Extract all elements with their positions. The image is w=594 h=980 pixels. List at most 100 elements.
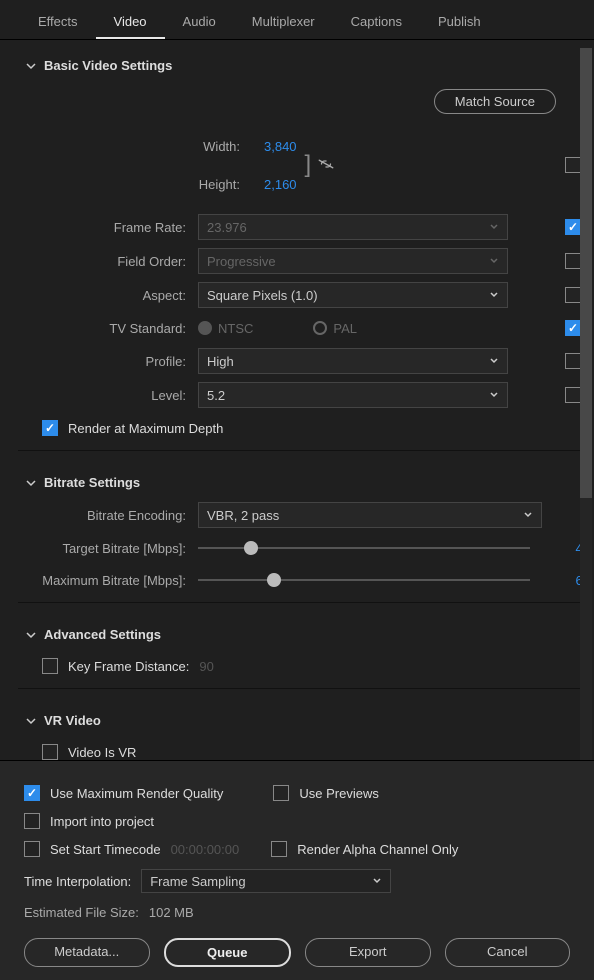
aspect-label: Aspect: <box>18 288 198 303</box>
bitrate-encoding-value: VBR, 2 pass <box>207 508 279 523</box>
radio-icon <box>313 321 327 335</box>
tv-standard-label: TV Standard: <box>18 321 198 336</box>
render-alpha-checkbox[interactable] <box>271 841 287 857</box>
tab-captions[interactable]: Captions <box>333 10 420 39</box>
tab-audio[interactable]: Audio <box>165 10 234 39</box>
bitrate-encoding-select[interactable]: VBR, 2 pass <box>198 502 542 528</box>
profile-select[interactable]: High <box>198 348 508 374</box>
video-is-vr-label: Video Is VR <box>68 745 136 760</box>
tv-standard-match-checkbox[interactable] <box>565 320 581 336</box>
chevron-down-icon <box>26 716 36 726</box>
radio-icon <box>198 321 212 335</box>
profile-value: High <box>207 354 234 369</box>
chevron-down-icon <box>489 222 499 232</box>
profile-match-checkbox[interactable] <box>565 353 581 369</box>
width-height-match-checkbox[interactable] <box>565 157 581 173</box>
render-max-depth-checkbox[interactable] <box>42 420 58 436</box>
chevron-down-icon <box>372 874 382 889</box>
estimated-size-value: 102 MB <box>149 905 194 920</box>
target-bitrate-slider[interactable] <box>198 547 530 549</box>
frame-rate-select[interactable]: 23.976 <box>198 214 508 240</box>
section-bitrate[interactable]: Bitrate Settings <box>18 457 590 498</box>
link-bracket: ] <box>305 141 312 189</box>
chevron-down-icon <box>26 61 36 71</box>
field-order-value: Progressive <box>207 254 276 269</box>
ntsc-radio[interactable]: NTSC <box>198 321 253 336</box>
section-title: Advanced Settings <box>44 627 161 642</box>
field-order-select[interactable]: Progressive <box>198 248 508 274</box>
aspect-value: Square Pixels (1.0) <box>207 288 318 303</box>
chevron-down-icon <box>489 356 499 366</box>
height-value[interactable]: 2,160 <box>264 177 297 192</box>
time-interpolation-value: Frame Sampling <box>150 874 245 889</box>
key-frame-distance-checkbox[interactable] <box>42 658 58 674</box>
height-label: Height: <box>198 177 252 192</box>
level-match-checkbox[interactable] <box>565 387 581 403</box>
maximum-bitrate-label: Maximum Bitrate [Mbps]: <box>18 573 198 588</box>
key-frame-distance-value: 90 <box>199 659 213 674</box>
match-source-button[interactable]: Match Source <box>434 89 556 114</box>
level-select[interactable]: 5.2 <box>198 382 508 408</box>
tab-publish[interactable]: Publish <box>420 10 499 39</box>
frame-rate-label: Frame Rate: <box>18 220 198 235</box>
section-basic-video[interactable]: Basic Video Settings <box>18 40 590 81</box>
cancel-button[interactable]: Cancel <box>445 938 571 967</box>
chevron-down-icon <box>489 256 499 266</box>
chevron-down-icon <box>26 630 36 640</box>
scrollbar[interactable] <box>580 48 592 760</box>
field-order-label: Field Order: <box>18 254 198 269</box>
width-label: Width: <box>198 139 252 154</box>
chevron-down-icon <box>489 290 499 300</box>
field-order-match-checkbox[interactable] <box>565 253 581 269</box>
bitrate-encoding-label: Bitrate Encoding: <box>18 508 198 523</box>
aspect-match-checkbox[interactable] <box>565 287 581 303</box>
link-broken-icon[interactable] <box>317 157 335 174</box>
chevron-down-icon <box>489 390 499 400</box>
metadata-button[interactable]: Metadata... <box>24 938 150 967</box>
profile-label: Profile: <box>18 354 198 369</box>
chevron-down-icon <box>26 478 36 488</box>
section-title: Basic Video Settings <box>44 58 172 73</box>
use-previews-checkbox[interactable] <box>273 785 289 801</box>
maximum-bitrate-slider[interactable] <box>198 579 530 581</box>
slider-thumb[interactable] <box>244 541 258 555</box>
frame-rate-match-checkbox[interactable] <box>565 219 581 235</box>
level-label: Level: <box>18 388 198 403</box>
estimated-size-label: Estimated File Size: <box>24 905 139 920</box>
section-vr[interactable]: VR Video <box>18 695 590 736</box>
set-start-timecode-label: Set Start Timecode <box>50 842 161 857</box>
use-max-render-label: Use Maximum Render Quality <box>50 786 223 801</box>
section-title: Bitrate Settings <box>44 475 140 490</box>
frame-rate-value: 23.976 <box>207 220 247 235</box>
render-alpha-label: Render Alpha Channel Only <box>297 842 458 857</box>
scrollbar-thumb[interactable] <box>580 48 592 498</box>
tab-effects[interactable]: Effects <box>20 10 96 39</box>
aspect-select[interactable]: Square Pixels (1.0) <box>198 282 508 308</box>
render-max-depth-label: Render at Maximum Depth <box>68 421 223 436</box>
time-interpolation-label: Time Interpolation: <box>24 874 131 889</box>
chevron-down-icon <box>523 510 533 520</box>
ntsc-label: NTSC <box>218 321 253 336</box>
export-tabs: Effects Video Audio Multiplexer Captions… <box>0 0 594 40</box>
section-title: VR Video <box>44 713 101 728</box>
tab-video[interactable]: Video <box>96 10 165 39</box>
slider-thumb[interactable] <box>267 573 281 587</box>
video-is-vr-checkbox[interactable] <box>42 744 58 760</box>
width-value[interactable]: 3,840 <box>264 139 297 154</box>
tab-multiplexer[interactable]: Multiplexer <box>234 10 333 39</box>
set-start-timecode-checkbox[interactable] <box>24 841 40 857</box>
queue-button[interactable]: Queue <box>164 938 292 967</box>
pal-radio[interactable]: PAL <box>313 321 357 336</box>
import-project-label: Import into project <box>50 814 154 829</box>
use-previews-label: Use Previews <box>299 786 378 801</box>
section-advanced[interactable]: Advanced Settings <box>18 609 590 650</box>
use-max-render-checkbox[interactable] <box>24 785 40 801</box>
time-interpolation-select[interactable]: Frame Sampling <box>141 869 391 893</box>
target-bitrate-label: Target Bitrate [Mbps]: <box>18 541 198 556</box>
pal-label: PAL <box>333 321 357 336</box>
import-project-checkbox[interactable] <box>24 813 40 829</box>
level-value: 5.2 <box>207 388 225 403</box>
export-button[interactable]: Export <box>305 938 431 967</box>
key-frame-distance-label: Key Frame Distance: <box>68 659 189 674</box>
start-timecode-value: 00:00:00:00 <box>171 842 240 857</box>
